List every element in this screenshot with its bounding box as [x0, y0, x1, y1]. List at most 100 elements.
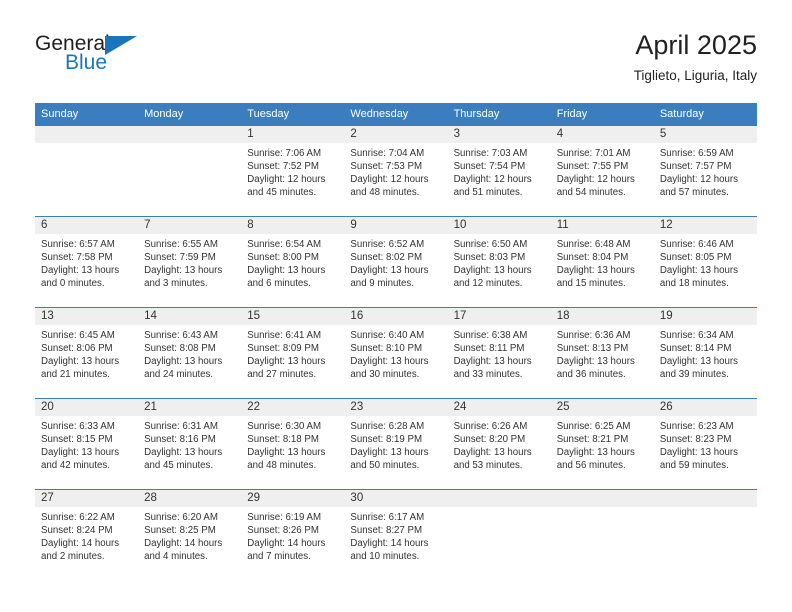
sunset-time: Sunset: 8:25 PM	[144, 525, 216, 537]
day-number: 30	[344, 490, 448, 507]
weekday-header-row: Sunday Monday Tuesday Wednesday Thursday…	[35, 103, 757, 126]
day-cell-inner: 14 Sunrise: 6:43 AM Sunset: 8:08 PM Dayligh…	[138, 308, 242, 398]
daylight-duration-line2: and 12 minutes.	[453, 278, 523, 290]
day-number	[35, 126, 139, 143]
daylight-duration-line2: and 39 minutes.	[659, 369, 729, 381]
calendar-week-row: 20 Sunrise: 6:33 AM Sunset: 8:15 PM Dayligh…	[35, 398, 757, 490]
calendar-day-cell[interactable]: 25 Sunrise: 6:25 AM Sunset: 8:21 PM Dayligh…	[550, 398, 654, 490]
calendar-day-cell[interactable]: 23 Sunrise: 6:28 AM Sunset: 8:19 PM Dayligh…	[344, 398, 448, 490]
day-cell-inner: 28 Sunrise: 6:20 AM Sunset: 8:25 PM Dayligh…	[138, 490, 242, 580]
weekday-header-tuesday: Tuesday	[241, 103, 345, 126]
sunset-time: Sunset: 8:02 PM	[350, 252, 423, 264]
calendar-day-cell[interactable]: 6 Sunrise: 6:57 AM Sunset: 7:58 PM Daylight…	[35, 216, 139, 308]
day-number: 9	[344, 217, 448, 234]
sunset-time: Sunset: 8:19 PM	[350, 434, 423, 446]
sunrise-time: Sunrise: 6:26 AM	[453, 421, 528, 432]
calendar-day-cell[interactable]: 30 Sunrise: 6:17 AM Sunset: 8:27 PM Dayligh…	[344, 489, 448, 580]
calendar-day-cell[interactable]: 21 Sunrise: 6:31 AM Sunset: 8:16 PM Dayligh…	[138, 398, 242, 490]
calendar-day-cell[interactable]: 19 Sunrise: 6:34 AM Sunset: 8:14 PM Dayligh…	[653, 307, 757, 399]
day-details: Sunrise: 6:19 AM Sunset: 8:26 PM Daylight:…	[241, 507, 344, 563]
general-blue-logo[interactable]: General Blue	[35, 32, 165, 82]
day-details: Sunrise: 6:57 AM Sunset: 7:58 PM Daylight:…	[35, 234, 138, 290]
day-details: Sunrise: 6:26 AM Sunset: 8:20 PM Daylight:…	[448, 416, 551, 472]
sunrise-time: Sunrise: 6:28 AM	[350, 421, 425, 432]
day-details: Sunrise: 6:36 AM Sunset: 8:13 PM Daylight:…	[551, 325, 654, 381]
calendar-body: 1 Sunrise: 7:06 AM Sunset: 7:52 PM Daylight…	[35, 126, 757, 580]
sunrise-time: Sunrise: 6:45 AM	[41, 330, 115, 341]
daylight-duration-line1: Daylight: 13 hours	[659, 356, 738, 368]
page-title: April 2025	[635, 30, 757, 60]
calendar-day-cell[interactable]: 3 Sunrise: 7:03 AM Sunset: 7:54 PM Daylight…	[447, 126, 551, 217]
day-number: 7	[138, 217, 242, 234]
calendar-day-cell[interactable]: 14 Sunrise: 6:43 AM Sunset: 8:08 PM Dayligh…	[138, 307, 242, 399]
sunset-time: Sunset: 8:24 PM	[41, 525, 113, 537]
calendar-day-cell[interactable]: 17 Sunrise: 6:38 AM Sunset: 8:11 PM Dayligh…	[447, 307, 551, 399]
sunset-time: Sunset: 8:00 PM	[247, 252, 319, 264]
day-number: 11	[550, 217, 654, 234]
calendar-day-cell-empty	[550, 489, 654, 580]
calendar-day-cell[interactable]: 10 Sunrise: 6:50 AM Sunset: 8:03 PM Dayligh…	[447, 216, 551, 308]
day-details: Sunrise: 6:34 AM Sunset: 8:14 PM Daylight:…	[654, 325, 757, 381]
day-cell-inner: 22 Sunrise: 6:30 AM Sunset: 8:18 PM Dayligh…	[241, 399, 345, 489]
daylight-duration-line2: and 18 minutes.	[659, 278, 729, 290]
daylight-duration-line1: Daylight: 13 hours	[453, 265, 532, 277]
daylight-duration-line1: Daylight: 13 hours	[144, 356, 223, 368]
calendar-day-cell[interactable]: 27 Sunrise: 6:22 AM Sunset: 8:24 PM Dayligh…	[35, 489, 139, 580]
sunset-time: Sunset: 8:08 PM	[144, 343, 216, 355]
day-number: 10	[447, 217, 551, 234]
calendar-day-cell[interactable]: 16 Sunrise: 6:40 AM Sunset: 8:10 PM Dayligh…	[344, 307, 448, 399]
day-details: Sunrise: 6:20 AM Sunset: 8:25 PM Daylight:…	[138, 507, 241, 563]
daylight-duration-line2: and 57 minutes.	[659, 187, 729, 199]
daylight-duration-line1: Daylight: 13 hours	[144, 265, 223, 277]
day-cell-inner: 19 Sunrise: 6:34 AM Sunset: 8:14 PM Dayligh…	[653, 308, 757, 398]
daylight-duration-line1: Daylight: 13 hours	[247, 265, 326, 277]
calendar-day-cell[interactable]: 26 Sunrise: 6:23 AM Sunset: 8:23 PM Dayligh…	[653, 398, 757, 490]
calendar-day-cell[interactable]: 13 Sunrise: 6:45 AM Sunset: 8:06 PM Dayligh…	[35, 307, 139, 399]
daylight-duration-line2: and 53 minutes.	[453, 460, 523, 472]
calendar-day-cell[interactable]: 12 Sunrise: 6:46 AM Sunset: 8:05 PM Dayligh…	[653, 216, 757, 308]
calendar-day-cell[interactable]: 18 Sunrise: 6:36 AM Sunset: 8:13 PM Dayligh…	[550, 307, 654, 399]
day-details: Sunrise: 6:38 AM Sunset: 8:11 PM Daylight:…	[448, 325, 551, 381]
calendar-day-cell[interactable]: 22 Sunrise: 6:30 AM Sunset: 8:18 PM Dayligh…	[241, 398, 345, 490]
daylight-duration-line2: and 3 minutes.	[144, 278, 208, 290]
calendar-day-cell[interactable]: 29 Sunrise: 6:19 AM Sunset: 8:26 PM Dayligh…	[241, 489, 345, 580]
day-cell-inner	[447, 490, 551, 580]
calendar-day-cell[interactable]: 28 Sunrise: 6:20 AM Sunset: 8:25 PM Dayligh…	[138, 489, 242, 580]
day-cell-inner: 16 Sunrise: 6:40 AM Sunset: 8:10 PM Dayligh…	[344, 308, 448, 398]
weekday-header-saturday: Saturday	[653, 103, 757, 126]
calendar-day-cell[interactable]: 1 Sunrise: 7:06 AM Sunset: 7:52 PM Daylight…	[241, 126, 345, 217]
day-details: Sunrise: 6:25 AM Sunset: 8:21 PM Daylight:…	[551, 416, 654, 472]
sunrise-time: Sunrise: 6:34 AM	[659, 330, 734, 341]
calendar-day-cell[interactable]: 24 Sunrise: 6:26 AM Sunset: 8:20 PM Dayligh…	[447, 398, 551, 490]
day-cell-inner: 9 Sunrise: 6:52 AM Sunset: 8:02 PM Daylight…	[344, 217, 448, 307]
sunset-time: Sunset: 8:14 PM	[659, 343, 732, 355]
calendar-day-cell[interactable]: 5 Sunrise: 6:59 AM Sunset: 7:57 PM Daylight…	[653, 126, 757, 217]
calendar-day-cell[interactable]: 15 Sunrise: 6:41 AM Sunset: 8:09 PM Dayligh…	[241, 307, 345, 399]
day-details: Sunrise: 6:55 AM Sunset: 7:59 PM Daylight:…	[138, 234, 241, 290]
daylight-duration-line2: and 59 minutes.	[659, 460, 729, 472]
sunrise-time: Sunrise: 6:19 AM	[247, 512, 322, 523]
daylight-duration-line2: and 6 minutes.	[247, 278, 311, 290]
calendar-day-cell[interactable]: 20 Sunrise: 6:33 AM Sunset: 8:15 PM Dayligh…	[35, 398, 139, 490]
day-number	[447, 490, 551, 507]
calendar-day-cell[interactable]: 2 Sunrise: 7:04 AM Sunset: 7:53 PM Daylight…	[344, 126, 448, 217]
sunrise-time: Sunrise: 6:30 AM	[247, 421, 322, 432]
calendar-day-cell[interactable]: 11 Sunrise: 6:48 AM Sunset: 8:04 PM Dayligh…	[550, 216, 654, 308]
daylight-duration-line1: Daylight: 13 hours	[41, 265, 120, 277]
calendar-day-cell[interactable]: 7 Sunrise: 6:55 AM Sunset: 7:59 PM Daylight…	[138, 216, 242, 308]
daylight-duration-line1: Daylight: 13 hours	[453, 447, 532, 459]
day-cell-inner: 15 Sunrise: 6:41 AM Sunset: 8:09 PM Dayligh…	[241, 308, 345, 398]
sunrise-time: Sunrise: 6:17 AM	[350, 512, 425, 523]
calendar-day-cell[interactable]: 9 Sunrise: 6:52 AM Sunset: 8:02 PM Daylight…	[344, 216, 448, 308]
sunset-time: Sunset: 8:18 PM	[247, 434, 319, 446]
daylight-duration-line2: and 10 minutes.	[350, 551, 420, 563]
sunrise-time: Sunrise: 6:57 AM	[41, 239, 115, 250]
daylight-duration-line2: and 27 minutes.	[247, 369, 317, 381]
daylight-duration-line2: and 4 minutes.	[144, 551, 208, 563]
day-number: 19	[653, 308, 757, 325]
calendar-day-cell[interactable]: 4 Sunrise: 7:01 AM Sunset: 7:55 PM Daylight…	[550, 126, 654, 217]
day-details: Sunrise: 7:04 AM Sunset: 7:53 PM Daylight:…	[344, 143, 447, 199]
calendar-week-row: 6 Sunrise: 6:57 AM Sunset: 7:58 PM Daylight…	[35, 216, 757, 308]
calendar-day-cell[interactable]: 8 Sunrise: 6:54 AM Sunset: 8:00 PM Daylight…	[241, 216, 345, 308]
sunset-time: Sunset: 8:04 PM	[556, 252, 629, 264]
